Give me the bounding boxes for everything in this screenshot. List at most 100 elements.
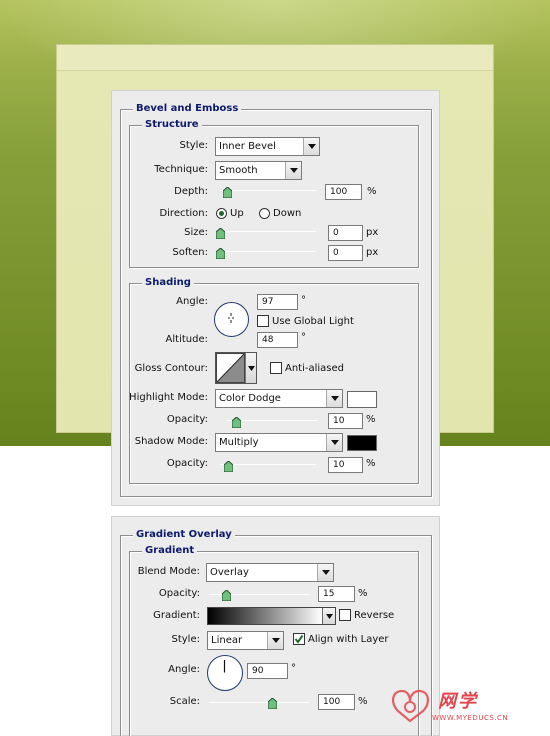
paper-header-band <box>57 45 493 71</box>
blend-mode-value: Overlay <box>210 567 249 578</box>
style-label: Style: <box>179 140 209 151</box>
blend-mode-label: Blend Mode: <box>137 566 200 577</box>
size-slider-track[interactable] <box>220 231 316 232</box>
chevron-down-icon[interactable] <box>303 138 319 155</box>
align-with-layer-checkbox[interactable] <box>293 633 305 645</box>
gradient-opacity-unit: % <box>358 588 368 599</box>
gradient-style-label: Style: <box>171 634 201 645</box>
angle-unit: ° <box>301 295 306 306</box>
shadow-mode-select[interactable]: Multiply <box>215 433 343 452</box>
style-value: Inner Bevel <box>219 141 276 152</box>
shadow-opacity-slider-track[interactable] <box>220 464 316 465</box>
blend-mode-select[interactable]: Overlay <box>206 563 334 582</box>
shadow-opacity-label: Opacity: <box>166 458 208 469</box>
shadow-mode-value: Multiply <box>219 437 259 448</box>
chevron-down-icon[interactable] <box>322 608 335 624</box>
altitude-input[interactable]: 48 <box>257 332 298 348</box>
angle-dial[interactable] <box>214 302 249 337</box>
use-global-light-label: Use Global Light <box>272 316 354 327</box>
watermark-url: WWW.MYEDUCS.CN <box>432 714 509 722</box>
shadow-opacity-unit: % <box>366 458 376 469</box>
direction-up-label: Up <box>230 208 244 219</box>
depth-input[interactable]: 100 <box>325 184 362 200</box>
altitude-label: Altitude: <box>165 334 208 345</box>
anti-aliased-checkbox[interactable] <box>270 362 282 374</box>
angle-indicator-icon <box>223 660 226 673</box>
technique-select[interactable]: Smooth <box>215 161 302 180</box>
scale-label: Scale: <box>169 696 200 707</box>
shading-title: Shading <box>142 277 194 288</box>
scale-slider-track[interactable] <box>209 702 309 703</box>
size-unit: px <box>366 227 379 238</box>
shadow-mode-label: Shadow Mode: <box>134 436 208 447</box>
direction-label: Direction: <box>159 208 208 219</box>
size-input[interactable]: 0 <box>328 225 363 241</box>
depth-label: Depth: <box>174 186 208 197</box>
bevel-emboss-title: Bevel and Emboss <box>133 103 242 114</box>
highlight-mode-select[interactable]: Color Dodge <box>215 389 343 408</box>
chevron-down-icon[interactable] <box>326 434 342 451</box>
structure-title: Structure <box>142 119 202 130</box>
gradient-angle-label: Angle: <box>168 664 200 675</box>
chevron-down-icon[interactable] <box>326 390 342 407</box>
depth-unit: % <box>367 186 377 197</box>
bevel-emboss-panel: Bevel and Emboss Structure Style: Inner … <box>111 90 440 506</box>
highlight-opacity-label: Opacity: <box>166 414 208 425</box>
technique-value: Smooth <box>219 165 258 176</box>
size-label: Size: <box>184 227 208 238</box>
highlight-mode-value: Color Dodge <box>219 393 281 404</box>
scale-input[interactable]: 100 <box>318 694 355 710</box>
shadow-color-swatch[interactable] <box>347 435 377 451</box>
highlight-mode-label: Highlight Mode: <box>129 392 208 403</box>
scale-unit: % <box>358 696 368 707</box>
checkmark-icon <box>294 634 304 644</box>
angle-input[interactable]: 97 <box>257 294 298 310</box>
watermark: 网学 WWW.MYEDUCS.CN <box>388 683 544 731</box>
highlight-opacity-input[interactable]: 10 <box>328 413 363 429</box>
align-with-layer-label: Align with Layer <box>308 634 389 645</box>
gradient-style-select[interactable]: Linear <box>207 631 284 650</box>
technique-label: Technique: <box>154 164 208 175</box>
direction-up-radio[interactable] <box>216 208 227 219</box>
gradient-picker[interactable] <box>207 607 336 625</box>
gradient-opacity-slider-thumb[interactable] <box>222 590 231 601</box>
altitude-unit: ° <box>301 332 306 343</box>
highlight-opacity-slider-thumb[interactable] <box>232 417 241 428</box>
highlight-opacity-unit: % <box>366 414 376 425</box>
gloss-contour-label: Gloss Contour: <box>134 363 208 374</box>
direction-down-radio[interactable] <box>259 208 270 219</box>
shadow-opacity-slider-thumb[interactable] <box>224 461 233 472</box>
direction-down-label: Down <box>273 208 302 219</box>
depth-slider-thumb[interactable] <box>223 187 232 198</box>
gradient-label: Gradient: <box>153 610 200 621</box>
crosshair-icon <box>228 313 234 323</box>
soften-slider-track[interactable] <box>220 251 316 252</box>
reverse-label: Reverse <box>354 610 395 621</box>
chevron-down-icon[interactable] <box>285 162 301 179</box>
depth-slider-track[interactable] <box>220 190 316 191</box>
soften-input[interactable]: 0 <box>328 245 363 261</box>
soften-unit: px <box>366 247 379 258</box>
chevron-down-icon[interactable] <box>245 353 256 383</box>
anti-aliased-label: Anti-aliased <box>285 363 345 374</box>
scale-slider-thumb[interactable] <box>268 698 277 709</box>
style-select[interactable]: Inner Bevel <box>215 137 320 156</box>
soften-slider-thumb[interactable] <box>216 248 225 259</box>
gradient-angle-input[interactable]: 90 <box>247 663 288 679</box>
chevron-down-icon[interactable] <box>317 564 333 581</box>
gradient-opacity-input[interactable]: 15 <box>318 586 355 602</box>
use-global-light-checkbox[interactable] <box>257 315 269 327</box>
gradient-preview[interactable] <box>208 608 322 624</box>
size-slider-thumb[interactable] <box>216 228 225 239</box>
gloss-contour-picker[interactable] <box>215 352 257 384</box>
highlight-color-swatch[interactable] <box>347 391 377 408</box>
watermark-logo-icon <box>392 689 429 723</box>
gradient-overlay-title: Gradient Overlay <box>133 529 235 540</box>
soften-label: Soften: <box>172 247 208 258</box>
gradient-angle-dial[interactable] <box>207 655 243 691</box>
gradient-section-title: Gradient <box>142 545 198 556</box>
chevron-down-icon[interactable] <box>267 632 283 649</box>
gradient-style-value: Linear <box>211 635 243 646</box>
reverse-checkbox[interactable] <box>339 609 351 621</box>
shadow-opacity-input[interactable]: 10 <box>328 457 363 473</box>
